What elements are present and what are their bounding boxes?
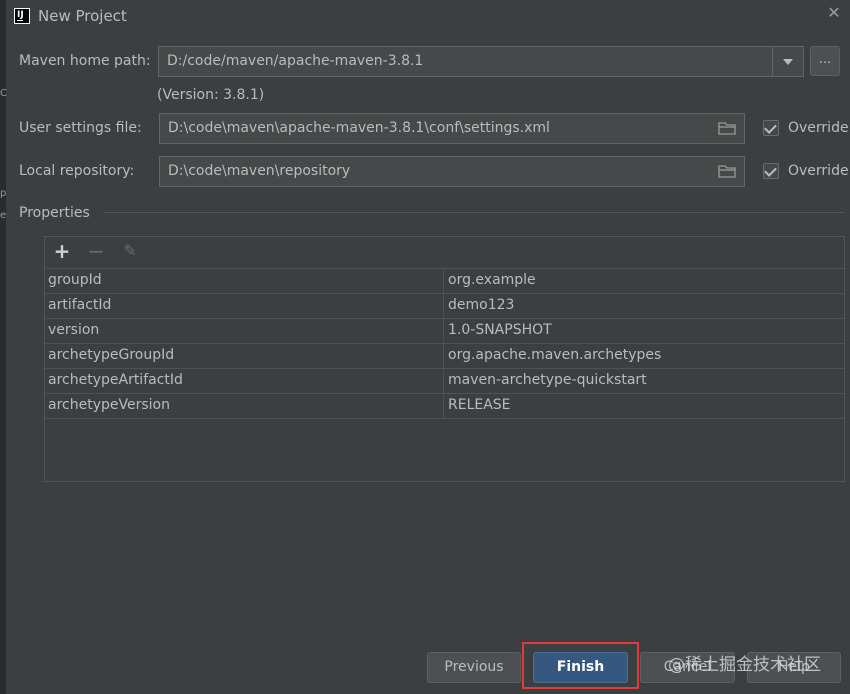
property-key: archetypeVersion [48,397,170,413]
intellij-idea-icon: IJ [14,8,30,24]
property-key: archetypeArtifactId [48,372,183,388]
property-value[interactable]: org.example [448,272,536,288]
table-row[interactable]: archetypeVersion RELEASE [45,393,844,419]
override-settings-checkbox[interactable] [763,120,779,136]
browse-maven-home-button[interactable]: ... [810,46,840,76]
override-repository-label: Override [788,163,849,179]
dialog-title: New Project [38,7,127,25]
property-value[interactable]: RELEASE [448,397,511,413]
table-row[interactable]: groupId org.example [45,268,844,293]
maven-home-label: Maven home path: [19,53,151,69]
local-repository-label: Local repository: [19,163,135,179]
edge-mark: e [0,210,7,221]
folder-icon[interactable] [718,121,736,135]
user-settings-label: User settings file: [19,120,142,136]
property-value[interactable]: maven-archetype-quickstart [448,372,647,388]
properties-rows: groupId org.example artifactId demo123 v… [45,268,844,419]
previous-button[interactable]: Previous [427,652,521,683]
edit-icon[interactable]: ✎ [120,241,140,261]
dialog-titlebar: IJ New Project ✕ [6,0,850,34]
property-key: artifactId [48,297,112,313]
override-settings-label: Override [788,120,849,136]
property-value[interactable]: org.apache.maven.archetypes [448,347,661,363]
override-repository-checkbox[interactable] [763,163,779,179]
properties-title: Properties [19,205,90,221]
maven-version-note: (Version: 3.8.1) [157,87,265,103]
local-repository-value: D:\code\maven\repository [168,163,351,179]
local-repository-field[interactable]: D:\code\maven\repository [159,156,745,187]
property-value[interactable]: demo123 [448,297,514,313]
left-edge-strip: C p e [0,0,7,694]
properties-toolbar: + − ✎ [45,237,844,268]
properties-table: + − ✎ groupId org.example artifactId dem… [44,236,845,482]
maven-home-combobox[interactable]: D:/code/maven/apache-maven-3.8.1 [158,46,804,77]
folder-icon[interactable] [718,164,736,178]
watermark: @稀土掘金技术社区 [668,655,821,675]
chevron-down-icon[interactable] [772,47,803,76]
properties-separator [104,212,844,213]
table-row[interactable]: archetypeGroupId org.apache.maven.archet… [45,343,844,368]
remove-icon[interactable]: − [86,241,106,261]
edge-mark: p [0,188,7,199]
property-key: groupId [48,272,102,288]
close-icon[interactable]: ✕ [826,5,842,21]
edge-mark: C [0,88,7,99]
add-icon[interactable]: + [52,241,72,261]
highlight-box [522,642,639,689]
property-value[interactable]: 1.0-SNAPSHOT [448,322,552,338]
property-key: archetypeGroupId [48,347,175,363]
table-row[interactable]: version 1.0-SNAPSHOT [45,318,844,343]
table-row[interactable]: archetypeArtifactId maven-archetype-quic… [45,368,844,393]
table-row[interactable]: artifactId demo123 [45,293,844,318]
user-settings-field[interactable]: D:\code\maven\apache-maven-3.8.1\conf\se… [159,113,745,144]
property-key: version [48,322,100,338]
maven-home-value: D:/code/maven/apache-maven-3.8.1 [167,53,424,69]
user-settings-value: D:\code\maven\apache-maven-3.8.1\conf\se… [168,120,550,136]
